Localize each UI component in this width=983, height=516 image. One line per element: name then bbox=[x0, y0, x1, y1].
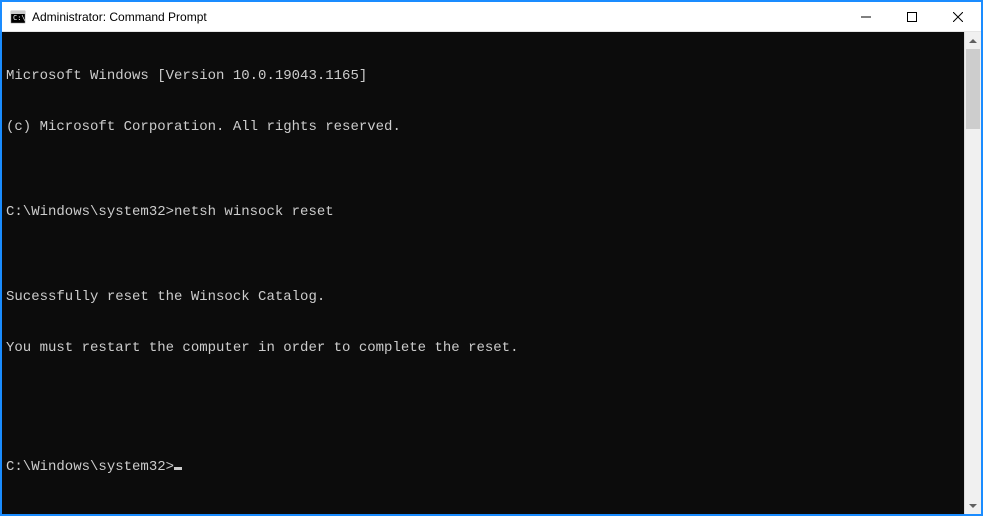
terminal-line: (c) Microsoft Corporation. All rights re… bbox=[6, 119, 960, 136]
terminal-line: You must restart the computer in order t… bbox=[6, 340, 960, 357]
cursor-icon bbox=[174, 467, 182, 470]
minimize-button[interactable] bbox=[843, 2, 889, 31]
titlebar[interactable]: C:\ Administrator: Command Prompt bbox=[2, 2, 981, 32]
terminal-line: C:\Windows\system32>netsh winsock reset bbox=[6, 204, 960, 221]
command-prompt-window: C:\ Administrator: Command Prompt Micros… bbox=[1, 1, 982, 515]
terminal-output[interactable]: Microsoft Windows [Version 10.0.19043.11… bbox=[2, 32, 964, 514]
window-title: Administrator: Command Prompt bbox=[32, 10, 843, 24]
terminal-prompt-line: C:\Windows\system32> bbox=[6, 459, 960, 476]
app-icon: C:\ bbox=[10, 9, 26, 25]
maximize-button[interactable] bbox=[889, 2, 935, 31]
terminal-area: Microsoft Windows [Version 10.0.19043.11… bbox=[2, 32, 981, 514]
terminal-prompt: C:\Windows\system32> bbox=[6, 459, 174, 476]
window-controls bbox=[843, 2, 981, 31]
terminal-line: Sucessfully reset the Winsock Catalog. bbox=[6, 289, 960, 306]
scroll-down-button[interactable] bbox=[965, 497, 981, 514]
close-button[interactable] bbox=[935, 2, 981, 31]
svg-text:C:\: C:\ bbox=[13, 14, 26, 22]
scroll-up-button[interactable] bbox=[965, 32, 981, 49]
scroll-thumb[interactable] bbox=[966, 49, 980, 129]
vertical-scrollbar[interactable] bbox=[964, 32, 981, 514]
terminal-line: Microsoft Windows [Version 10.0.19043.11… bbox=[6, 68, 960, 85]
scroll-track[interactable] bbox=[965, 49, 981, 497]
